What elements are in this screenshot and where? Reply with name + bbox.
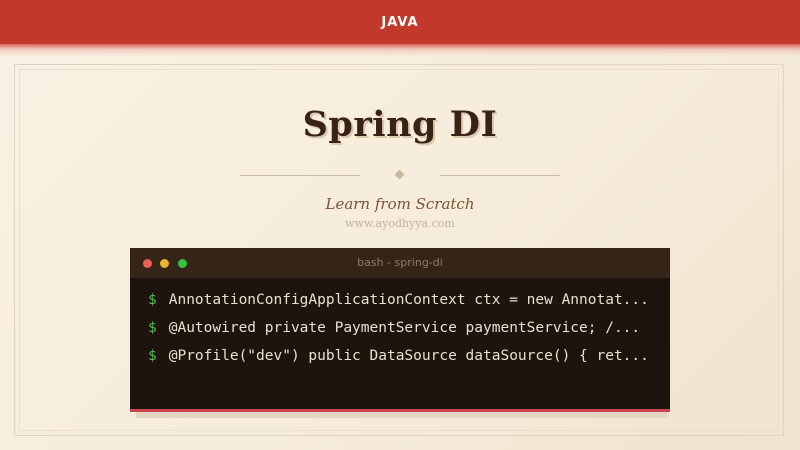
page-title: Spring DI <box>302 104 498 145</box>
prompt-symbol: $ <box>148 320 157 336</box>
terminal-line: $ AnnotationConfigApplicationContext ctx … <box>148 290 649 310</box>
terminal-window: bash - spring-di $ AnnotationConfigApplic… <box>130 248 670 412</box>
prompt-symbol: $ <box>148 292 157 308</box>
terminal-title: bash - spring-di <box>357 256 443 269</box>
page-subtitle: Learn from Scratch <box>325 195 475 213</box>
top-banner: JAVA <box>0 0 800 44</box>
divider-right <box>440 175 560 176</box>
category-label: JAVA <box>381 14 419 30</box>
prompt-symbol: $ <box>148 348 157 364</box>
command-text: @Profile("dev") public DataSource dataSo… <box>168 348 649 364</box>
command-text: @Autowired private PaymentService paymen… <box>168 320 641 336</box>
terminal-titlebar: bash - spring-di <box>130 248 670 278</box>
site-url: www.ayodhyya.com <box>345 217 455 230</box>
command-text: AnnotationConfigApplicationContext ctx =… <box>168 292 649 308</box>
banner-fade <box>0 44 800 56</box>
divider-left <box>240 175 360 176</box>
terminal-line: $ @Autowired private PaymentService payme… <box>148 318 640 338</box>
terminal-line: $ @Profile("dev") public DataSource dataS… <box>148 346 649 366</box>
